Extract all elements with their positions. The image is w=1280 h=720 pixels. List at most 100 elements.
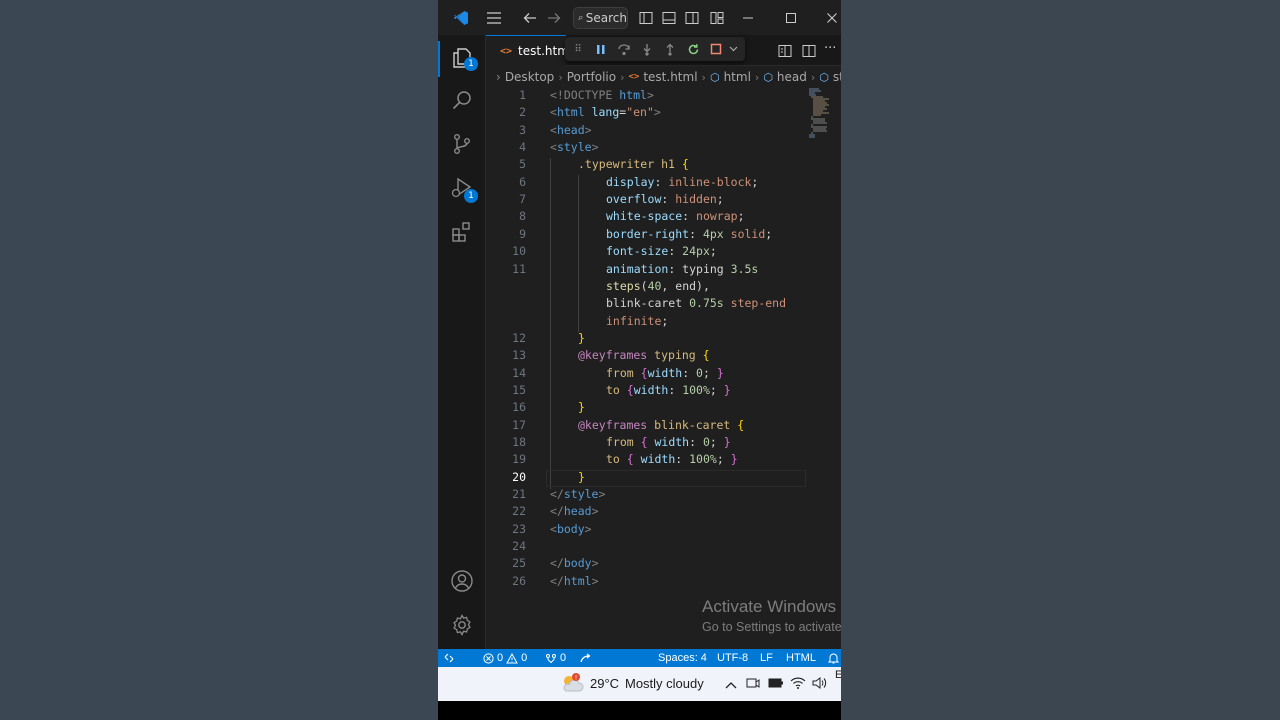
notifications-bell-icon[interactable] (828, 649, 839, 667)
breadcrumb-item-html[interactable]: html (724, 70, 751, 84)
code-line[interactable]: 8 white-space: nowrap; (486, 209, 841, 226)
step-out-icon[interactable] (663, 42, 677, 56)
minimize-icon[interactable] (738, 0, 758, 35)
code-line[interactable]: 13 @keyframes typing { (486, 348, 841, 365)
weather-condition[interactable]: Mostly cloudy (625, 676, 704, 691)
code-token: > (591, 504, 599, 519)
split-editor-icon[interactable] (802, 43, 816, 62)
code-line[interactable]: 22 </head> (486, 504, 841, 521)
customize-layout-icon[interactable] (709, 0, 725, 35)
open-changes-icon[interactable] (778, 43, 792, 62)
breadcrumb-item-style[interactable]: style (833, 70, 841, 84)
code-token: width (647, 435, 690, 449)
code-line[interactable]: blink-caret 0.75s step-end (486, 296, 841, 313)
code-text: <body> (550, 522, 592, 536)
breadcrumb-item-portfolio[interactable]: Portfolio (567, 70, 616, 84)
code-line[interactable]: 16} (486, 400, 841, 417)
code-line[interactable]: 6 display: inline-block; (486, 175, 841, 192)
indentation-indicator[interactable]: Spaces: 4 (658, 649, 707, 667)
code-text: } (578, 331, 585, 345)
code-editor[interactable]: Activate Windows Go to Settings to activ… (486, 88, 841, 649)
code-line[interactable]: 15 to {width: 100%; } (486, 383, 841, 400)
code-token: </ (550, 556, 564, 571)
code-line[interactable]: 10 font-size: 24px; (486, 244, 841, 261)
maximize-icon[interactable] (781, 0, 801, 35)
code-line[interactable]: 17 @keyframes blink-caret { (486, 418, 841, 435)
tab-test-html[interactable]: <> test.html (486, 35, 572, 66)
show-hidden-icons-chevron-up-icon[interactable] (725, 677, 737, 692)
code-line[interactable]: 20} (486, 469, 841, 487)
source-control-icon[interactable] (450, 132, 474, 156)
code-line[interactable]: 24 (486, 539, 841, 556)
breadcrumb-item-desktop[interactable]: Desktop (505, 70, 555, 84)
command-center-search[interactable]: Search (573, 7, 628, 29)
chevron-down-icon[interactable] (726, 42, 740, 56)
live-share-icon[interactable] (580, 649, 592, 667)
more-actions-icon[interactable]: ··· (824, 41, 836, 56)
code-line[interactable]: 19 to { width: 100%; } (486, 452, 841, 469)
code-line[interactable]: 3 <head> (486, 123, 841, 140)
code-line[interactable]: 2 <html lang="en"> (486, 105, 841, 122)
extensions-icon[interactable] (450, 220, 474, 244)
code-token: ; (709, 382, 724, 397)
explorer-icon[interactable]: 1 (450, 46, 478, 71)
step-into-icon[interactable] (640, 42, 654, 56)
code-line[interactable]: 11 animation: typing 3.5s (486, 262, 841, 279)
pause-icon[interactable] (594, 42, 608, 56)
code-line[interactable]: 1 <!DOCTYPE html> (486, 88, 841, 105)
back-arrow-icon[interactable] (522, 0, 538, 35)
camera-icon[interactable] (746, 676, 760, 693)
code-line[interactable]: 9 border-right: 4px solid; (486, 227, 841, 244)
battery-icon[interactable] (768, 676, 784, 693)
line-number: 6 (519, 174, 526, 189)
code-line[interactable]: 18 from { width: 0; } (486, 435, 841, 452)
drag-handle-icon[interactable]: ⠿ (571, 42, 585, 56)
code-token: ; (751, 174, 759, 189)
line-number: 18 (512, 435, 526, 449)
code-line[interactable]: 14 from {width: 0; } (486, 366, 841, 383)
code-line[interactable]: steps(40, end), (486, 279, 841, 296)
step-over-icon[interactable] (617, 42, 631, 56)
settings-gear-icon[interactable] (450, 613, 474, 637)
code-token: > (646, 88, 654, 102)
code-line[interactable]: 12} (486, 331, 841, 348)
ports-indicator[interactable]: 0 (545, 649, 566, 667)
toggle-secondary-sidebar-icon[interactable] (684, 0, 700, 35)
explorer-badge: 1 (464, 57, 478, 71)
weather-cloud-sun-icon[interactable]: ! (560, 672, 584, 694)
accounts-icon[interactable] (450, 569, 474, 593)
stop-icon[interactable] (709, 42, 723, 56)
code-line[interactable]: 26 </html> (486, 574, 841, 591)
code-line[interactable]: 4 <style> (486, 140, 841, 157)
code-token: } (723, 382, 731, 397)
forward-arrow-icon[interactable] (546, 0, 562, 35)
menu-icon[interactable] (484, 0, 504, 35)
restart-icon[interactable] (686, 42, 700, 56)
code-line[interactable]: 23 <body> (486, 522, 841, 539)
weather-temperature[interactable]: 29°C (590, 676, 619, 691)
search-view-icon[interactable] (450, 88, 474, 112)
code-line[interactable]: 7 overflow: hidden; (486, 192, 841, 209)
code-line[interactable]: 5 .typewriter h1 { (486, 157, 841, 174)
volume-icon[interactable] (811, 676, 827, 693)
toggle-primary-sidebar-icon[interactable] (638, 0, 654, 35)
wifi-icon[interactable] (790, 676, 806, 693)
code-line[interactable]: 21 </style> (486, 487, 841, 504)
eol-indicator[interactable]: LF (760, 649, 773, 667)
remote-indicator[interactable] (438, 649, 460, 667)
language-indicator-icon[interactable]: E (835, 669, 841, 681)
vscode-logo-icon (451, 0, 471, 35)
run-debug-icon[interactable]: 1 (450, 176, 478, 203)
encoding-indicator[interactable]: UTF-8 (717, 649, 748, 667)
code-line[interactable]: 25 </body> (486, 556, 841, 573)
code-token: "en" (626, 105, 654, 120)
language-mode-indicator[interactable]: HTML (786, 649, 816, 667)
code-line[interactable]: infinite; (486, 314, 841, 331)
problems-indicator[interactable]: 0 0 (483, 649, 527, 667)
breadcrumb-item-file[interactable]: test.html (643, 70, 697, 84)
code-text: @keyframes blink-caret { (578, 418, 744, 432)
toggle-panel-icon[interactable] (661, 0, 677, 35)
code-token: white-space (606, 209, 683, 224)
close-icon[interactable] (822, 0, 841, 35)
breadcrumb-item-head[interactable]: head (777, 70, 807, 84)
